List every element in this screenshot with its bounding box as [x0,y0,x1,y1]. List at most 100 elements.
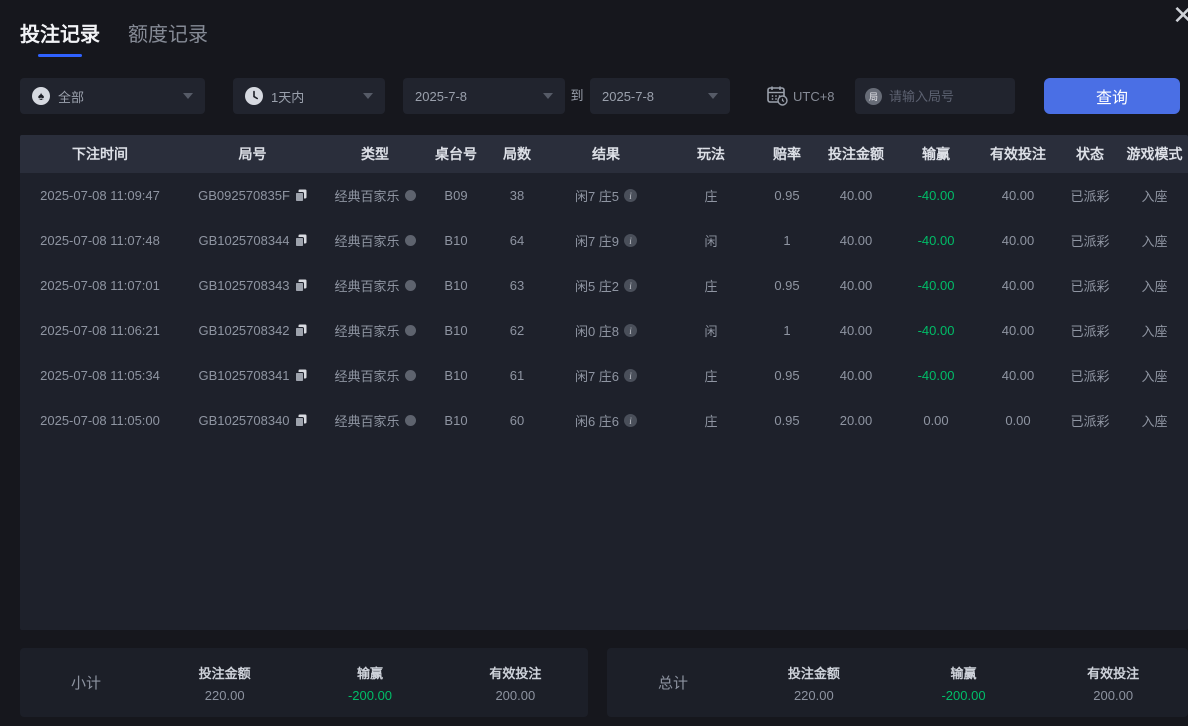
valid-bet-cell: 40.00 [1001,323,1035,338]
round-id-cell: GB1025708343 [180,278,325,293]
bet-time-cell: 2025-07-08 11:06:21 [40,323,160,338]
win-loss-cell: 0.00 [923,413,949,428]
replay-dot-icon[interactable] [404,280,416,291]
table-body: 2025-07-08 11:09:47 GB092570835F 经典百家乐 B… [20,173,1188,443]
copy-icon[interactable] [294,369,307,382]
table-row: 2025-07-08 11:09:47 GB092570835F 经典百家乐 B… [20,173,1188,218]
tab-quota-records[interactable]: 额度记录 [128,18,208,57]
status-cell: 已派彩 [1070,279,1110,294]
replay-dot-icon[interactable] [404,370,416,381]
replay-dot-icon[interactable] [404,235,416,246]
time-range-dropdown[interactable]: 1天内 [233,78,385,114]
game-type-cell: 经典百家乐 [325,411,425,430]
close-icon[interactable]: ✕ [1172,2,1188,28]
total-valid: 有效投注 200.00 [1087,665,1140,703]
chevron-down-icon [708,93,718,99]
bet-amount-cell: 40.00 [839,368,873,383]
bet-time-cell: 2025-07-08 11:05:34 [40,368,160,383]
table-no-cell: B10 [444,233,468,248]
valid-bet-cell: 40.00 [1001,233,1035,248]
chevron-down-icon [183,93,193,99]
clock-icon [245,87,263,105]
round-id-cell: GB1025708344 [180,233,325,248]
column-header: 桌台号 [435,146,477,162]
status-cell: 已派彩 [1070,189,1110,204]
timezone-indicator: UTC+8 [766,78,835,114]
round-no-cell: 64 [509,233,525,248]
copy-icon[interactable] [294,234,307,247]
subtotal-winloss: 输赢 -200.00 [347,665,393,703]
play-cell: 庄 [704,279,718,294]
round-no-cell: 38 [509,188,525,203]
round-id-cell: GB092570835F [180,188,325,203]
column-header: 玩法 [697,146,725,162]
bet-time-cell: 2025-07-08 11:07:48 [40,233,160,248]
date-to-dropdown[interactable]: 2025-7-8 [590,78,730,114]
win-loss-cell: -40.00 [917,323,955,338]
calendar-clock-icon [766,84,788,109]
info-icon[interactable]: i [624,369,638,382]
search-button[interactable]: 查询 [1044,78,1180,114]
odds-cell: 0.95 [774,278,800,293]
bet-time-cell: 2025-07-08 11:05:00 [40,413,160,428]
tab-bet-records[interactable]: 投注记录 [20,18,100,57]
round-no-cell: 61 [509,368,525,383]
date-from-value: 2025-7-8 [415,88,468,104]
column-header: 结果 [592,146,620,162]
total-winloss: 输赢 -200.00 [941,665,986,703]
game-type-value: 全部 [58,89,85,105]
play-cell: 庄 [704,369,718,384]
valid-bet-cell: 0.00 [1005,413,1031,428]
info-icon[interactable]: i [624,189,638,202]
bet-amount-cell: 20.00 [839,413,873,428]
subtotal-valid: 有效投注 200.00 [489,665,542,703]
play-cell: 闲 [704,234,718,249]
info-icon[interactable]: i [624,324,638,337]
subtotal-bet: 投注金额 220.00 [198,665,251,703]
table-row: 2025-07-08 11:07:01 GB1025708343 经典百家乐 B… [20,263,1188,308]
game-mode-cell: 入座 [1141,234,1168,249]
subtotal-panel: 小计 投注金额 220.00 输赢 -200.00 有效投注 200.00 [20,648,588,717]
bet-amount-cell: 40.00 [839,278,873,293]
column-header: 输赢 [922,146,950,162]
copy-icon[interactable] [294,324,307,337]
column-header: 局号 [238,146,267,162]
bet-amount-cell: 40.00 [839,188,873,203]
round-no-cell: 60 [509,413,525,428]
bet-amount-cell: 40.00 [839,233,873,248]
win-loss-cell: -40.00 [917,368,955,383]
info-icon[interactable]: i [624,279,638,292]
bet-time-cell: 2025-07-08 11:07:01 [40,278,160,293]
bet-records-dialog: ✕ 投注记录 额度记录 ♠ 全部 1天内 2025-7-8 到 2025-7-8 [0,0,1188,726]
date-from-dropdown[interactable]: 2025-7-8 [403,78,565,114]
replay-dot-icon[interactable] [404,325,416,336]
info-icon[interactable]: i [624,234,638,247]
game-type-cell: 经典百家乐 [325,366,425,385]
round-no-cell: 62 [509,323,525,338]
replay-dot-icon[interactable] [404,415,416,426]
copy-icon[interactable] [294,279,307,292]
round-no-cell: 63 [509,278,525,293]
result-cell: 闲7 庄9 i [547,231,665,250]
replay-dot-icon[interactable] [404,190,416,201]
status-cell: 已派彩 [1070,369,1110,384]
bet-amount-cell: 40.00 [839,323,873,338]
column-header: 下注时间 [72,146,128,162]
copy-icon[interactable] [294,189,307,202]
win-loss-cell: -40.00 [917,278,955,293]
win-loss-cell: -40.00 [917,233,955,248]
game-type-cell: 经典百家乐 [325,186,425,205]
table-header-row: 下注时间 局号 类型 桌台号 局数 结果 玩法 赔率 投注金额 输赢 有效投注 状态 游戏模式 [20,135,1188,173]
timezone-label: UTC+8 [793,88,835,104]
odds-cell: 0.95 [774,368,800,383]
result-cell: 闲6 庄6 i [547,411,665,430]
copy-icon[interactable] [294,414,307,427]
info-icon[interactable]: i [624,414,638,427]
game-type-dropdown[interactable]: ♠ 全部 [20,78,205,114]
column-header: 局数 [503,146,531,162]
game-type-cell: 经典百家乐 [325,321,425,340]
round-search-input[interactable] [889,88,1005,104]
valid-bet-cell: 40.00 [1001,278,1035,293]
result-cell: 闲5 庄2 i [547,276,665,295]
result-cell: 闲7 庄6 i [547,366,665,385]
